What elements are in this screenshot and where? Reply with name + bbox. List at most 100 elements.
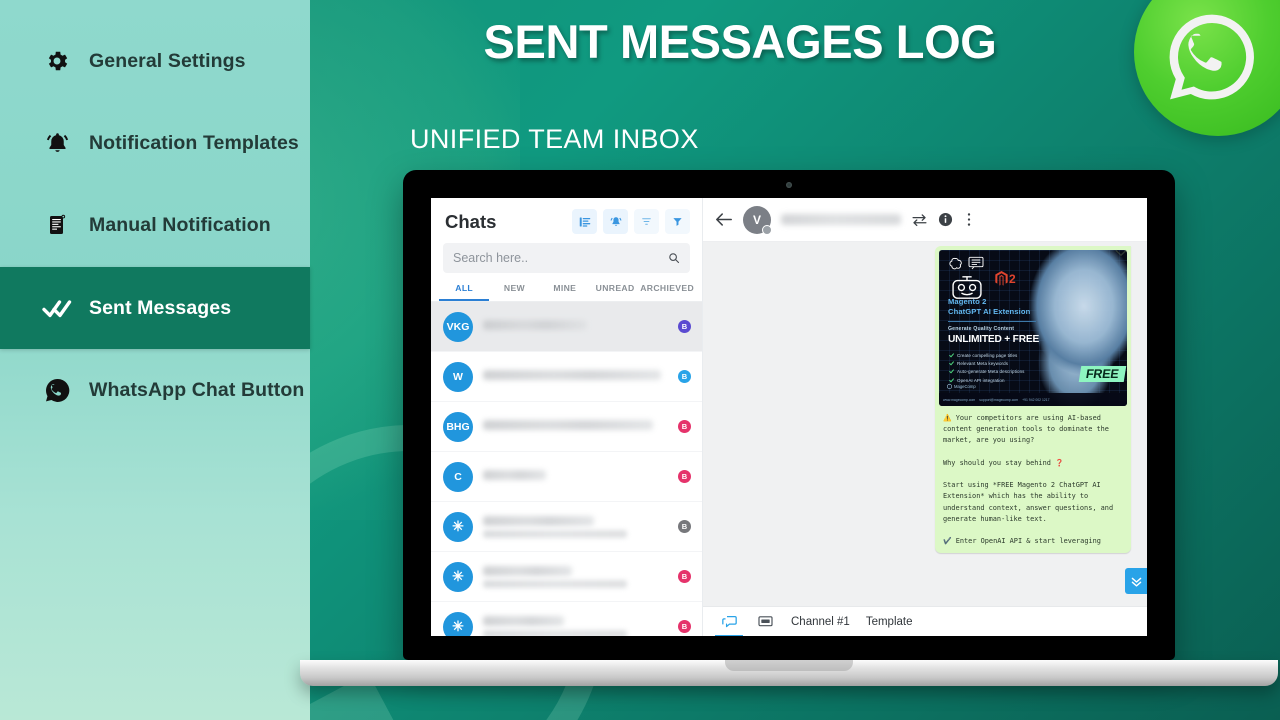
list-view-icon[interactable] [572,209,597,234]
promo-bullet: Relevant Meta keywords [949,361,1025,366]
promo-kicker: Generate Quality Content [948,326,1015,332]
magento-icon [995,271,1008,286]
kebab-menu-icon[interactable] [963,212,975,227]
funnel-icon[interactable] [665,209,690,234]
chat-bubble-icon [968,256,984,270]
avatar: ✳ [443,561,473,592]
whatsapp-logo-icon [1134,0,1280,136]
chat-list-panel: Chats Search here.. ALL NEW MINE UNREAD … [431,198,703,636]
laptop-mockup: Chats Search here.. ALL NEW MINE UNREAD … [300,170,1278,686]
chat-list-item[interactable]: CB [431,452,702,502]
poster-canvas: General Settings Notification Templates … [0,0,1280,720]
search-input[interactable]: Search here.. [443,243,690,273]
promo-divider [948,321,1036,322]
chat-list-item[interactable]: WB [431,352,702,402]
check-icon [949,353,954,358]
avatar: ✳ [443,511,473,542]
chat-subtitle-redacted [483,579,628,588]
footer-label-channel[interactable]: Channel #1 [791,616,850,628]
status-badge: B [678,420,691,433]
sidebar-item-label: Sent Messages [89,296,232,319]
chat-list-item-text [483,319,668,334]
broadcast-icon[interactable] [603,209,628,234]
conversation-panel: V 2 Magento 2 ChatGPT AI Extension Gener… [703,198,1147,636]
status-badge: B [678,470,691,483]
status-badge: B [678,620,691,633]
chat-name-redacted [483,369,661,380]
sidebar-item-whatsapp-chat-button[interactable]: WhatsApp Chat Button [0,349,310,431]
chat-list-item[interactable]: ✳ B [431,502,702,552]
sidebar-item-sent-messages[interactable]: Sent Messages [0,267,310,349]
chat-subtitle-redacted [483,529,628,538]
laptop-lid: Chats Search here.. ALL NEW MINE UNREAD … [403,170,1175,660]
status-badge: B [678,570,691,583]
chevron-down-icon[interactable] [1115,249,1127,257]
double-check-icon [42,293,72,323]
chat-list-item[interactable]: ✳ B [431,602,702,636]
sidebar: General Settings Notification Templates … [0,0,310,720]
chat-list-item[interactable]: VKG B [431,302,702,352]
avatar: V [743,205,772,235]
promo-m2-label: 2 [1009,271,1016,286]
avatar: BHG [443,411,473,442]
tab-unread[interactable]: UNREAD [590,283,640,301]
chat-list-item-text [483,419,668,434]
search-placeholder: Search here.. [453,251,529,265]
info-circle-icon[interactable] [938,212,953,227]
promo-vendor-logo: MageComp [947,384,976,389]
promo-bullet: OpenAI API integration [949,378,1025,383]
chat-bubble-icon[interactable] [715,611,743,636]
avatar: ✳ [443,611,473,636]
conversation-footer: Channel #1 Template [703,606,1147,636]
avatar: VKG [443,311,473,342]
back-arrow-icon[interactable] [715,212,733,227]
promo-free-badge: FREE [1079,366,1127,382]
document-icon [42,210,72,240]
double-chevron-down-icon [1131,577,1141,587]
chat-list-item[interactable]: BHG B [431,402,702,452]
tab-new[interactable]: NEW [489,283,539,301]
openai-icon [949,257,962,270]
conversation-contact-name-redacted [781,214,901,225]
promo-top-icons [947,256,984,273]
promo-bullet: Auto-generate Meta descriptions [949,369,1025,374]
status-badge: B [678,370,691,383]
tab-all[interactable]: ALL [439,283,490,301]
sidebar-item-manual-notification[interactable]: Manual Notification [0,184,310,266]
laptop-notch [725,660,853,671]
vendor-mark-icon [947,384,952,389]
tab-archieved[interactable]: ARCHIEVED [640,283,694,301]
message-text: ⚠️ Your competitors are using AI-based c… [943,414,1114,546]
sidebar-item-label: WhatsApp Chat Button [89,378,305,401]
conversation-body: 2 Magento 2 ChatGPT AI Extension Generat… [703,242,1147,606]
sidebar-item-general-settings[interactable]: General Settings [0,20,310,102]
chat-name-redacted [483,419,654,430]
whatsapp-circle-icon [42,375,72,405]
note-icon[interactable] [755,611,775,633]
chat-subtitle-redacted [483,629,628,636]
sort-icon[interactable] [634,209,659,234]
promo-footer-cell: +91 942 002 1217 [1022,397,1050,402]
gear-icon [42,46,72,76]
scroll-to-bottom-button[interactable] [1125,568,1147,594]
check-icon [949,377,954,383]
webcam-icon [786,182,792,188]
check-icon [949,361,954,366]
transfer-arrows-icon[interactable] [911,213,928,227]
promo-footer-bar: www.magecomp.com support@magecomp.com +9… [939,393,1127,406]
chat-list-item[interactable]: ✳ B [431,552,702,602]
message-bubble: 2 Magento 2 ChatGPT AI Extension Generat… [935,246,1131,554]
chat-list-item-text [483,565,668,588]
chat-list-header: Chats [431,198,702,242]
chat-name-redacted [483,515,594,526]
sidebar-item-notification-templates[interactable]: Notification Templates [0,102,310,184]
promo-title: Magento 2 ChatGPT AI Extension [948,297,1031,316]
promo-footer-cell: www.magecomp.com [943,397,976,402]
tab-mine[interactable]: MINE [540,283,590,301]
check-icon [949,369,954,374]
status-badge: B [678,520,691,533]
footer-label-template[interactable]: Template [866,616,913,628]
promo-headline: UNLIMITED + FREE [948,334,1040,345]
status-badge: B [678,320,691,333]
sidebar-item-label: General Settings [89,49,246,72]
